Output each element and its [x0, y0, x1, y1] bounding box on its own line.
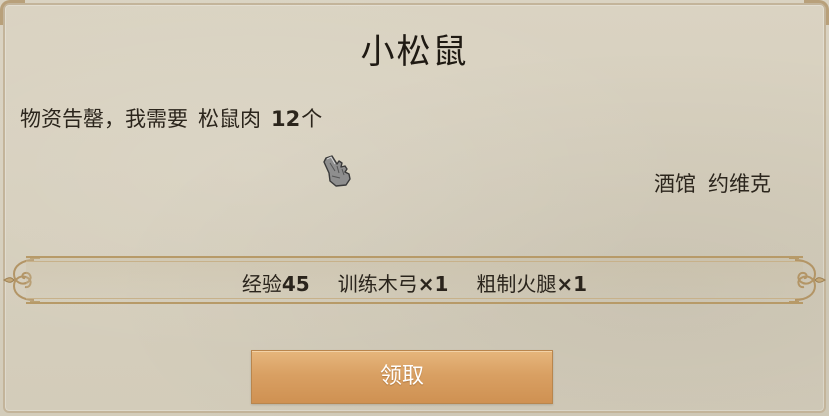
reward-label: 训练木弓 [337, 272, 418, 296]
reward-label: 经验 [241, 272, 282, 296]
corner-ornament [804, 0, 829, 25]
reward-value: ×1 [556, 272, 588, 296]
message-prefix: 物资告罄，我需要 [20, 107, 188, 131]
reward-value: 45 [281, 272, 310, 296]
gauntlet-hand-cursor-icon [323, 155, 351, 187]
giver-name: 约维克 [708, 172, 771, 196]
claim-button[interactable]: 领取 [251, 350, 553, 404]
quantity-unit: 个 [301, 107, 323, 131]
quest-giver: 酒馆 约维克 [654, 168, 771, 198]
quest-dialog: 小松鼠 物资告罄，我需要 松鼠肉 12个 酒馆 约维克 经验45 训练木弓×1 … [0, 0, 829, 416]
required-quantity: 12 [271, 107, 301, 131]
corner-ornament [0, 0, 25, 25]
quest-message: 物资告罄，我需要 松鼠肉 12个 [20, 103, 322, 133]
quest-title: 小松鼠 [360, 32, 469, 72]
required-item: 松鼠肉 [198, 107, 261, 131]
reward-item-bow: 训练木弓×1 [338, 272, 449, 296]
reward-item-ham: 粗制火腿×1 [476, 272, 587, 296]
reward-list: 经验45 训练木弓×1 粗制火腿×1 [0, 268, 829, 297]
reward-banner: 经验45 训练木弓×1 粗制火腿×1 [0, 252, 829, 308]
reward-label: 粗制火腿 [476, 272, 557, 296]
giver-location: 酒馆 [654, 172, 696, 196]
reward-value: ×1 [417, 272, 449, 296]
reward-item-exp: 经验45 [242, 272, 310, 296]
